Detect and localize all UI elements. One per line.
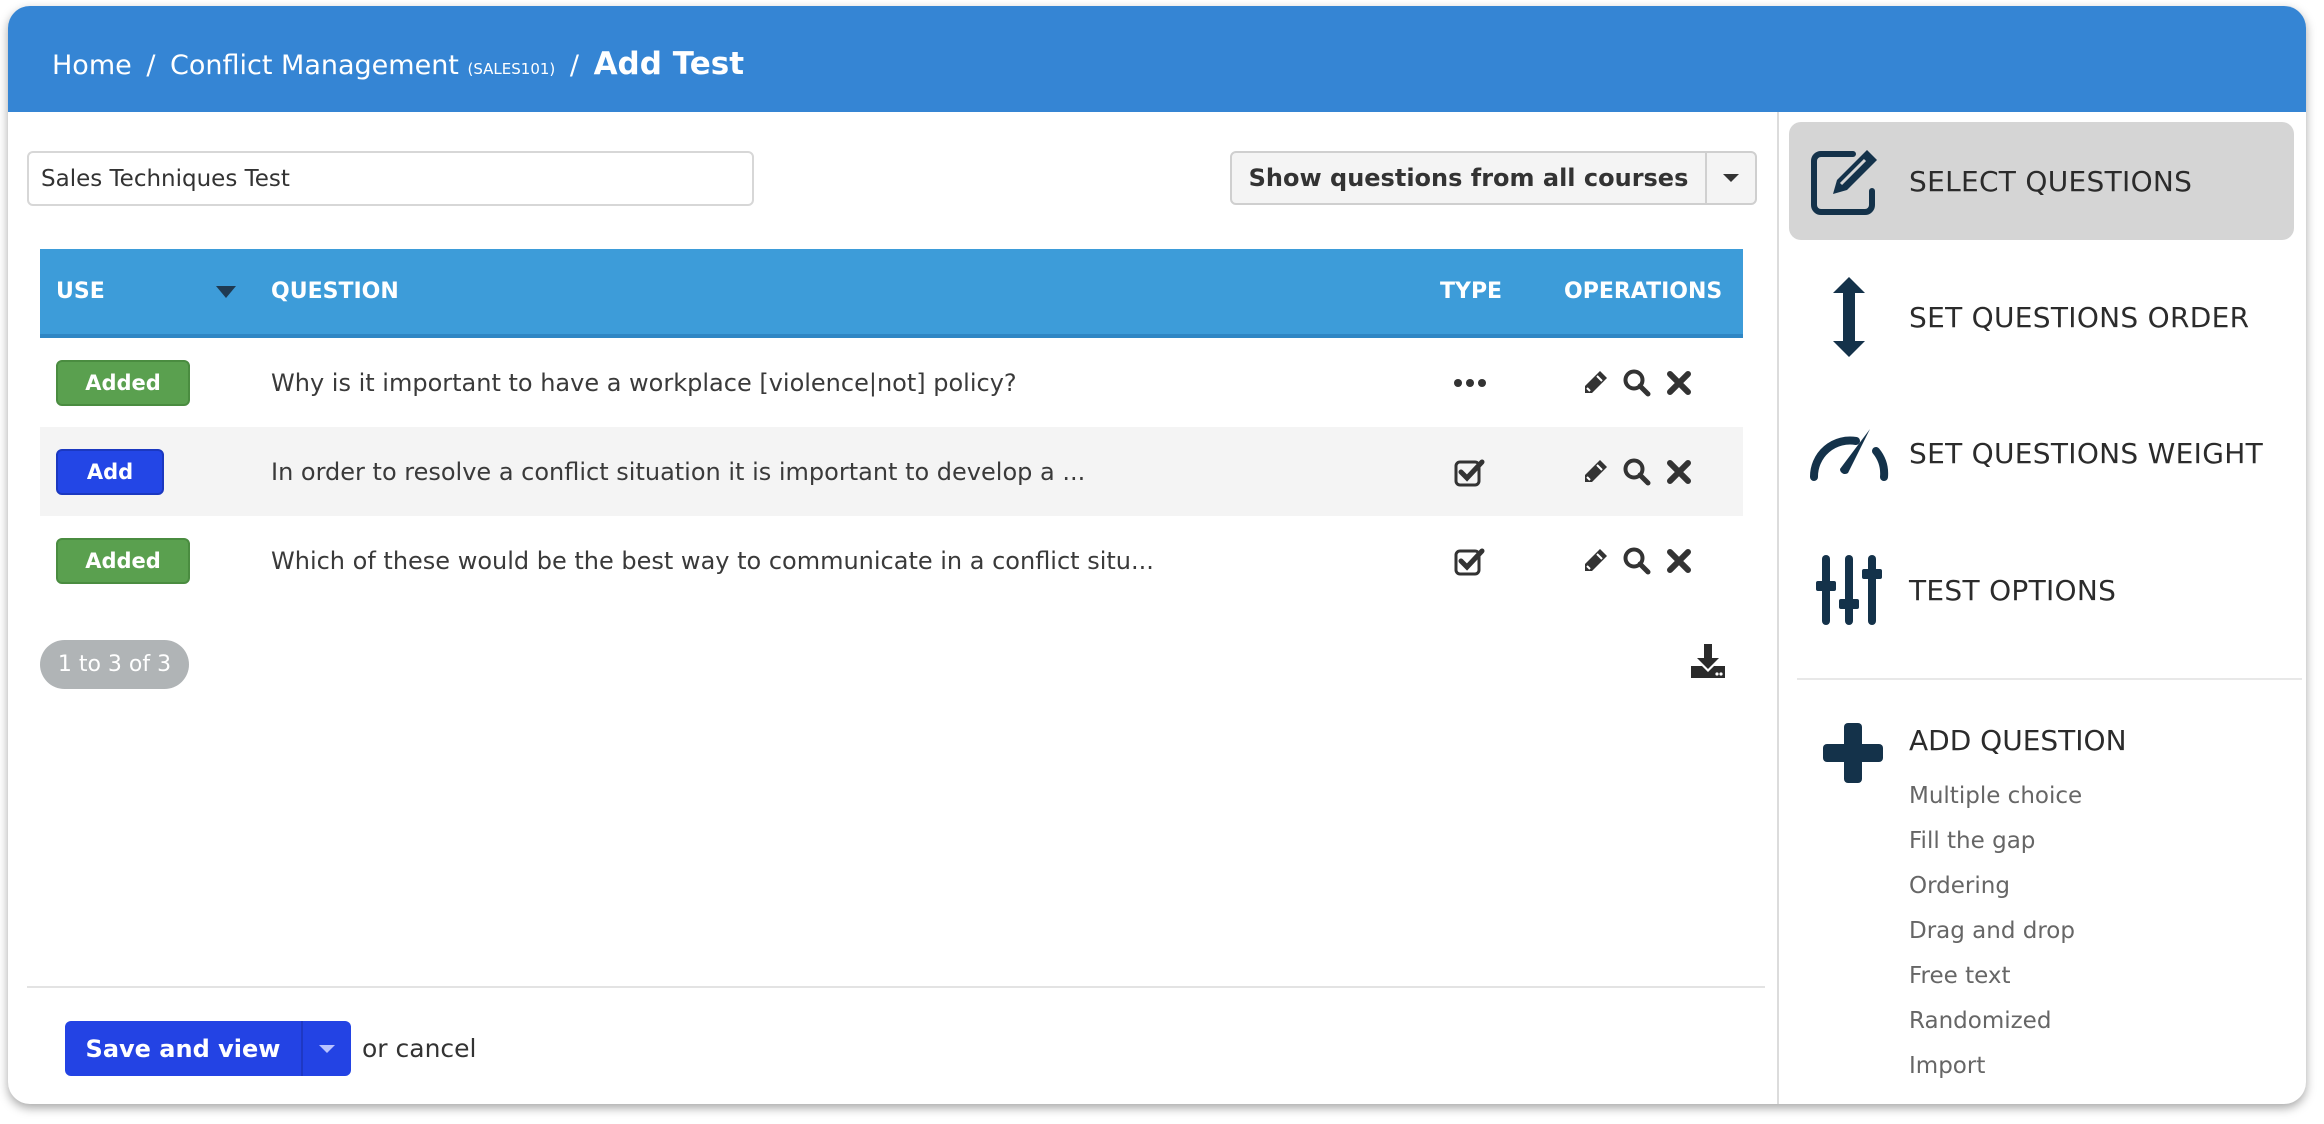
sort-desc-icon [216, 285, 236, 298]
add-question-heading: ADD QUESTION [1909, 724, 2127, 757]
cancel-link[interactable]: or cancel [362, 1034, 477, 1063]
add-question-randomized[interactable]: Randomized [1909, 999, 2082, 1044]
sidebar-item-label: SET QUESTIONS WEIGHT [1909, 436, 2263, 470]
added-button[interactable]: Added [56, 359, 190, 406]
question-text: In order to resolve a conflict situation… [271, 457, 1086, 486]
add-question-ordering[interactable]: Ordering [1909, 864, 2082, 909]
table-row: Add In order to resolve a conflict situa… [40, 427, 1743, 516]
breadcrumb-separator: / [146, 50, 156, 81]
add-button[interactable]: Add [56, 448, 164, 495]
test-editor-card: Home / Conflict Management (SALES101) / … [8, 6, 2306, 1104]
gauge-icon [1789, 425, 1909, 481]
save-options-toggle[interactable] [303, 1021, 351, 1076]
sidebar-item-label: SET QUESTIONS ORDER [1909, 300, 2250, 334]
search-icon[interactable] [1619, 365, 1655, 401]
search-icon[interactable] [1619, 454, 1655, 490]
close-icon[interactable] [1661, 454, 1697, 490]
sidebar-item-select-questions[interactable]: SELECT QUESTIONS [1789, 122, 2294, 240]
close-icon[interactable] [1661, 365, 1697, 401]
pagination-info: 1 to 3 of 3 [40, 640, 189, 689]
caret-down-icon [1723, 174, 1739, 182]
test-name-input[interactable] [27, 151, 754, 206]
page-header: Home / Conflict Management (SALES101) / … [8, 6, 2306, 112]
close-icon[interactable] [1661, 543, 1697, 579]
add-question-drag-and-drop[interactable]: Drag and drop [1909, 909, 2082, 954]
add-question-import[interactable]: Import [1909, 1044, 2082, 1089]
add-question-free-text[interactable]: Free text [1909, 954, 2082, 999]
checkbox-icon [1445, 427, 1495, 516]
breadcrumb-home[interactable]: Home [52, 50, 132, 81]
download-icon[interactable] [1688, 642, 1728, 682]
search-icon[interactable] [1619, 543, 1655, 579]
add-question-multiple-choice[interactable]: Multiple choice [1909, 774, 2082, 819]
question-text: Why is it important to have a workplace … [271, 368, 1017, 397]
sidebar-divider [1777, 112, 1779, 1104]
column-header-type: TYPE [1440, 279, 1503, 304]
table-header: USE QUESTION TYPE OPERATIONS [40, 249, 1743, 338]
sidebar-item-test-options[interactable]: TEST OPTIONS [1789, 531, 2294, 649]
vertical-arrows-icon [1789, 275, 1909, 359]
course-filter-toggle[interactable] [1707, 153, 1755, 203]
footer-divider [27, 986, 1765, 988]
pencil-icon[interactable] [1577, 543, 1613, 579]
add-question-fill-the-gap[interactable]: Fill the gap [1909, 819, 2082, 864]
save-and-view-button[interactable]: Save and view [65, 1021, 303, 1076]
breadcrumb-course-code: (SALES101) [467, 60, 556, 78]
column-header-use: USE [56, 279, 105, 304]
course-filter-button[interactable]: Show questions from all courses [1232, 153, 1707, 203]
caret-down-icon [319, 1044, 335, 1053]
sidebar-item-label: SELECT QUESTIONS [1909, 164, 2193, 198]
pencil-icon[interactable] [1577, 365, 1613, 401]
column-header-operations: OPERATIONS [1564, 279, 1723, 304]
page-title: Add Test [593, 46, 745, 82]
edit-icon [1789, 146, 1909, 216]
ellipsis-icon [1445, 338, 1495, 427]
sidebar-item-label: TEST OPTIONS [1909, 573, 2117, 607]
pencil-icon[interactable] [1577, 454, 1613, 490]
sliders-icon [1789, 553, 1909, 627]
course-filter-dropdown[interactable]: Show questions from all courses [1230, 151, 1757, 205]
add-question-type-list: Multiple choice Fill the gap Ordering Dr… [1909, 774, 2082, 1089]
sort-toggle[interactable] [216, 249, 236, 334]
save-button-group: Save and view [65, 1021, 351, 1076]
plus-icon [1821, 721, 1885, 785]
checkbox-icon [1445, 516, 1495, 605]
question-text: Which of these would be the best way to … [271, 546, 1154, 575]
added-button[interactable]: Added [56, 537, 190, 584]
table-row: Added Which of these would be the best w… [40, 516, 1743, 605]
questions-table: USE QUESTION TYPE OPERATIONS Added Why i… [40, 249, 1743, 605]
sidebar-item-set-questions-order[interactable]: SET QUESTIONS ORDER [1789, 258, 2294, 376]
sidebar-separator [1797, 678, 2302, 680]
breadcrumb-separator: / [569, 50, 579, 81]
sidebar-item-set-questions-weight[interactable]: SET QUESTIONS WEIGHT [1789, 394, 2294, 512]
breadcrumb-course[interactable]: Conflict Management [170, 50, 459, 81]
column-header-question: QUESTION [271, 279, 399, 304]
breadcrumb: Home / Conflict Management (SALES101) / … [52, 46, 744, 82]
table-row: Added Why is it important to have a work… [40, 338, 1743, 427]
